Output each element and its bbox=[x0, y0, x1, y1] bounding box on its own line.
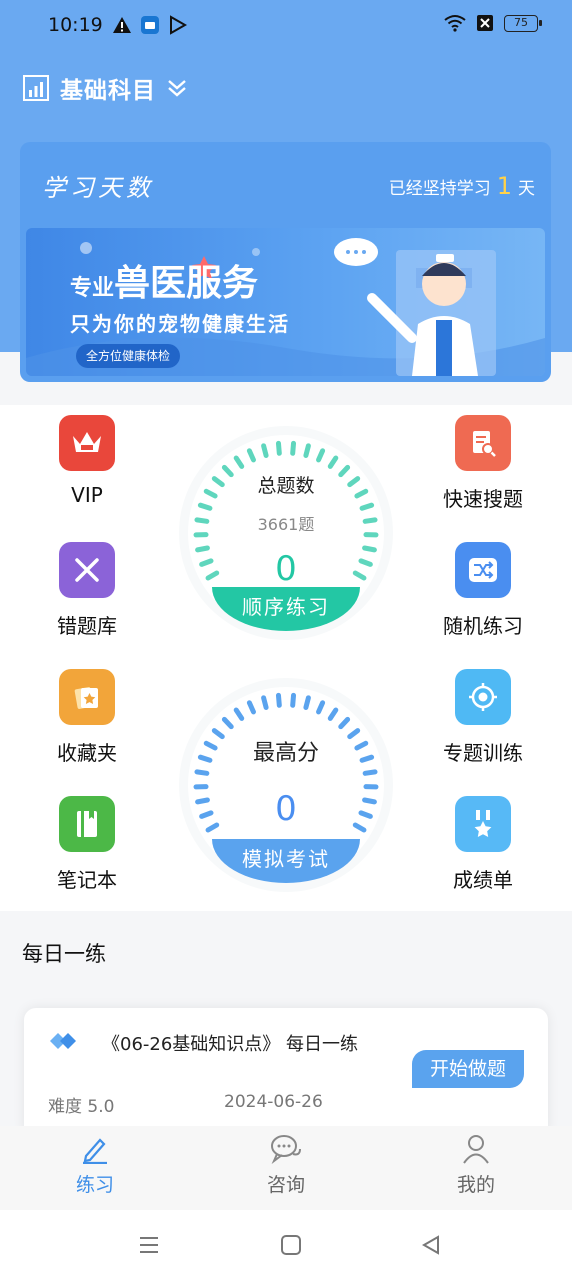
notebook-button[interactable]: 笔记本 bbox=[32, 796, 142, 893]
medal-icon bbox=[455, 796, 511, 852]
pencil-icon bbox=[83, 1138, 107, 1165]
bar-chart-icon bbox=[23, 75, 49, 101]
tab-consult-label: 咨询 bbox=[266, 1174, 305, 1196]
ad-pill-button[interactable]: 全方位健康体检 bbox=[76, 344, 181, 368]
gauge-tick bbox=[359, 502, 375, 511]
warning-icon bbox=[113, 17, 131, 33]
best-score-value: 0 bbox=[275, 789, 297, 829]
play-store-icon bbox=[170, 15, 188, 35]
subject-selector[interactable]: 基础科目 bbox=[22, 70, 188, 106]
vip-button[interactable]: VIP bbox=[32, 415, 142, 507]
gauge-tick bbox=[261, 695, 269, 711]
vet-ad-banner[interactable]: 专业兽医服务 只为你的宠物健康生活 全方位健康体检 bbox=[26, 228, 545, 376]
gauge-tick bbox=[303, 443, 311, 459]
wifi-icon bbox=[444, 15, 466, 32]
topic-training-button[interactable]: 专题训练 bbox=[428, 669, 538, 766]
total-questions-title: 总题数 bbox=[257, 475, 315, 497]
subject-title: 基础科目 bbox=[60, 78, 156, 104]
vip-label: VIP bbox=[71, 483, 103, 507]
practice-progress-value: 0 bbox=[275, 549, 297, 589]
favorites-folder-icon bbox=[59, 669, 115, 725]
scores-label: 成绩单 bbox=[453, 868, 513, 892]
back-icon[interactable] bbox=[420, 1234, 442, 1256]
gauge-tick bbox=[275, 692, 282, 708]
streak-days: 1 bbox=[496, 172, 512, 200]
tab-practice[interactable]: 练习 bbox=[45, 1134, 145, 1197]
gauge-tick bbox=[261, 443, 269, 459]
feature-panel: VIP 快速搜题 错题库 随机练习 收藏夹 专题训练 笔记本 成绩单 总题数 3… bbox=[0, 405, 572, 911]
study-streak: 已经坚持学习 1 天 bbox=[389, 172, 535, 200]
start-practice-button[interactable]: 开始做题 bbox=[411, 1050, 524, 1088]
streak-prefix: 已经坚持学习 bbox=[388, 179, 491, 199]
quick-search-label: 快速搜题 bbox=[443, 487, 523, 511]
diamond-icon bbox=[50, 1033, 76, 1049]
tab-mine[interactable]: 我的 bbox=[426, 1134, 526, 1197]
search-document-icon bbox=[455, 415, 511, 471]
total-questions-count: 3661题 bbox=[257, 515, 315, 534]
gauge-tick bbox=[197, 502, 213, 511]
quick-search-button[interactable]: 快速搜题 bbox=[428, 415, 538, 512]
chevron-down-icon bbox=[168, 80, 186, 97]
streak-suffix: 天 bbox=[518, 179, 535, 199]
mock-exam-gauge[interactable]: 最高分 0 模拟考试 bbox=[176, 675, 396, 895]
tab-consult[interactable]: 咨询 bbox=[236, 1134, 336, 1197]
random-practice-label: 随机练习 bbox=[443, 614, 523, 638]
sequential-practice-gauge[interactable]: 总题数 3661题 0 顺序练习 bbox=[176, 423, 396, 643]
target-icon bbox=[455, 669, 511, 725]
favorites-label: 收藏夹 bbox=[57, 741, 117, 765]
vip-crown-icon bbox=[59, 415, 115, 471]
topic-training-label: 专题训练 bbox=[443, 741, 523, 765]
difficulty-label: 难度 5.0 bbox=[48, 1097, 115, 1117]
daily-date: 2024-06-26 bbox=[224, 1092, 323, 1112]
home-icon[interactable] bbox=[280, 1234, 302, 1256]
status-bar: 10:19 75 bbox=[0, 0, 572, 52]
close-x-icon bbox=[59, 542, 115, 598]
user-icon bbox=[463, 1135, 489, 1164]
system-nav-bar bbox=[0, 1210, 572, 1280]
sim-blocked-icon bbox=[477, 15, 493, 31]
daily-practice-title: 每日一练 bbox=[22, 942, 106, 966]
gauge-tick bbox=[290, 692, 297, 708]
wrong-bank-button[interactable]: 错题库 bbox=[32, 542, 142, 639]
chat-bubbles-icon bbox=[271, 1135, 301, 1165]
battery-indicator: 75 bbox=[504, 14, 542, 32]
notebook-label: 笔记本 bbox=[57, 868, 117, 892]
menu-icon[interactable] bbox=[138, 1234, 160, 1256]
shuffle-icon bbox=[455, 542, 511, 598]
ad-subline: 只为你的宠物健康生活 bbox=[70, 312, 290, 336]
gauge-tick bbox=[194, 769, 210, 776]
favorites-button[interactable]: 收藏夹 bbox=[32, 669, 142, 766]
best-score-title: 最高分 bbox=[252, 741, 319, 766]
random-practice-button[interactable]: 随机练习 bbox=[428, 542, 538, 639]
tab-practice-label: 练习 bbox=[75, 1174, 114, 1196]
ad-headline-big: 兽医服务 bbox=[114, 263, 259, 304]
gauge-tick bbox=[290, 440, 297, 456]
gauge-tick bbox=[275, 440, 282, 456]
status-time: 10:19 bbox=[48, 14, 103, 36]
gauge-tick bbox=[362, 769, 378, 776]
tab-mine-label: 我的 bbox=[456, 1174, 495, 1196]
app-notification-icon bbox=[141, 16, 159, 34]
daily-item-name: 《06-26基础知识点》 每日一练 bbox=[102, 1034, 359, 1055]
bottom-tab-bar: 练习 咨询 我的 bbox=[0, 1126, 572, 1210]
gauge-tick bbox=[303, 695, 311, 711]
ad-headline: 专业兽医服务 bbox=[70, 254, 258, 306]
ad-headline-small: 专业 bbox=[70, 276, 115, 301]
daily-practice-card[interactable]: 《06-26基础知识点》 每日一练 开始做题 难度 5.0 2024-06-26 bbox=[24, 1008, 548, 1138]
notebook-icon bbox=[59, 796, 115, 852]
study-banner: 学习天数 已经坚持学习 1 天 专业兽医服务 只为你的宠物健康生活 全方位健康体检 bbox=[20, 142, 551, 382]
scores-button[interactable]: 成绩单 bbox=[428, 796, 538, 893]
wrong-bank-label: 错题库 bbox=[57, 614, 117, 638]
study-days-slogan: 学习天数 bbox=[42, 174, 154, 202]
